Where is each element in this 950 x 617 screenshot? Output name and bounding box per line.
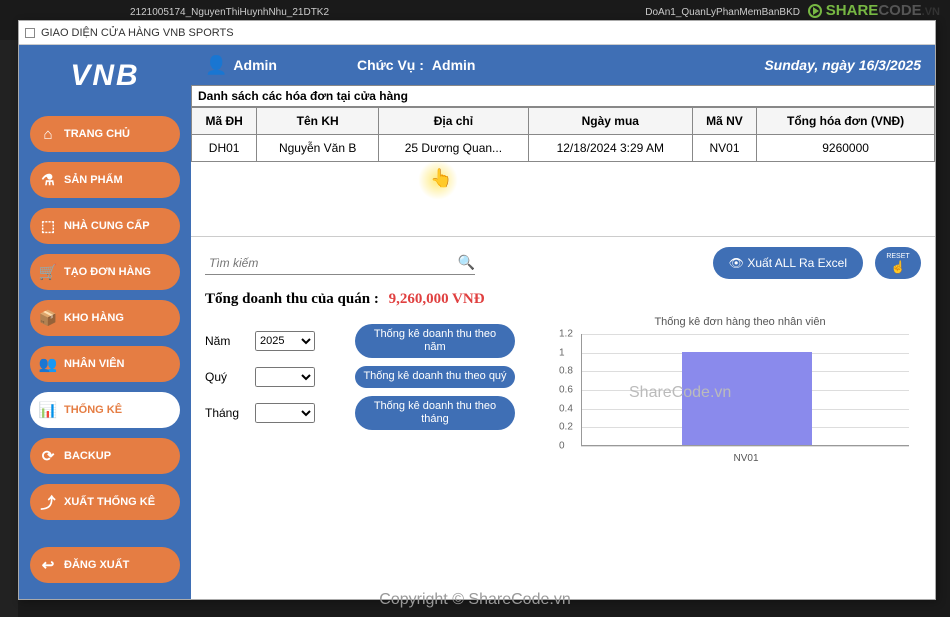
reset-button[interactable]: RESET ☝	[875, 247, 921, 279]
chart-area: Thống kê đơn hàng theo nhân viên ShareCo…	[545, 316, 921, 464]
table-header[interactable]: Tổng hóa đơn (VNĐ)	[757, 108, 935, 135]
cart-icon: 🛒	[34, 263, 62, 281]
section-title: Danh sách các hóa đơn tại cửa hàng	[191, 85, 935, 107]
home-icon: ⌂	[34, 126, 62, 143]
reset-icon: ☝	[891, 260, 906, 274]
role-value: Admin	[432, 57, 476, 73]
quarter-select[interactable]	[255, 367, 315, 387]
titlebar: GIAO DIỆN CỬA HÀNG VNB SPORTS	[19, 21, 935, 45]
table-cell: DH01	[192, 135, 257, 162]
eye-icon: 👁	[729, 256, 744, 270]
y-tick-label: 0	[559, 441, 565, 452]
bg-tab-2: DoAn1_QuanLyPhanMemBanBKD	[645, 7, 800, 18]
x-tick-label: NV01	[733, 453, 758, 464]
stats-month-button[interactable]: Thống kê doanh thu theo tháng	[355, 396, 515, 430]
nav-products[interactable]: ⚗SẢN PHẨM	[30, 162, 180, 198]
month-label: Tháng	[205, 406, 255, 420]
chart-title: Thống kê đơn hàng theo nhân viên	[559, 316, 921, 328]
y-tick-label: 1.2	[559, 329, 573, 340]
table-header[interactable]: Mã ĐH	[192, 108, 257, 135]
year-select[interactable]: 2025	[255, 331, 315, 351]
month-select[interactable]	[255, 403, 315, 423]
chart-icon: 📊	[34, 401, 62, 419]
chart-watermark: ShareCode.vn	[629, 384, 731, 402]
nav-warehouse[interactable]: 📦KHO HÀNG	[30, 300, 180, 336]
stats-year-button[interactable]: Thống kê doanh thu theo năm	[355, 324, 515, 358]
stats-quarter-button[interactable]: Thống kê doanh thu theo quý	[355, 366, 515, 387]
nav-suppliers[interactable]: ⬚NHÀ CUNG CẤP	[30, 208, 180, 244]
bg-tab-1: 2121005174_NguyenThiHuynhNhu_21DTK2	[130, 7, 329, 18]
nav-create-order[interactable]: 🛒TẠO ĐƠN HÀNG	[30, 254, 180, 290]
bar-chart: ShareCode.vn 00.20.40.60.811.2NV01	[559, 334, 909, 464]
table-cell: 25 Dương Quan...	[379, 135, 529, 162]
user-name: Admin	[233, 57, 277, 73]
y-tick-label: 0.2	[559, 422, 573, 433]
watermark-top: SHARECODE.VN	[808, 2, 940, 19]
table-header[interactable]: Địa chỉ	[379, 108, 529, 135]
nav-export-stats[interactable]: ⤴XUẤT THỐNG KÊ	[30, 484, 180, 520]
y-tick-label: 0.4	[559, 403, 573, 414]
revenue-display: Tổng doanh thu của quán : 9,260,000 VNĐ	[205, 291, 921, 308]
window-title: GIAO DIỆN CỬA HÀNG VNB SPORTS	[41, 27, 234, 39]
nav-staff[interactable]: 👥NHÂN VIÊN	[30, 346, 180, 382]
table-header[interactable]: Mã NV	[692, 108, 756, 135]
year-label: Năm	[205, 334, 255, 348]
table-header[interactable]: Tên KH	[257, 108, 379, 135]
table-cell: NV01	[692, 135, 756, 162]
table-header[interactable]: Ngày mua	[528, 108, 692, 135]
date-display: Sunday, ngày 16/3/2025	[764, 57, 921, 73]
invoice-table: Mã ĐHTên KHĐịa chỉNgày muaMã NVTổng hóa …	[191, 107, 935, 162]
nav-home[interactable]: ⌂TRANG CHỦ	[30, 116, 180, 152]
table-cell: 12/18/2024 3:29 AM	[528, 135, 692, 162]
quarter-label: Quý	[205, 370, 255, 384]
app-window: GIAO DIỆN CỬA HÀNG VNB SPORTS VNB ⌂TRANG…	[18, 20, 936, 600]
search-icon[interactable]: 🔍	[458, 254, 475, 271]
nav-backup[interactable]: ⟳BACKUP	[30, 438, 180, 474]
search-box[interactable]: 🔍	[205, 252, 475, 275]
y-tick-label: 0.8	[559, 366, 573, 377]
invoice-table-wrap: Mã ĐHTên KHĐịa chỉNgày muaMã NVTổng hóa …	[191, 107, 935, 237]
export-excel-button[interactable]: 👁 Xuất ALL Ra Excel	[713, 247, 863, 279]
header-bar: 👤 Admin Chức Vụ : Admin Sunday, ngày 16/…	[191, 45, 935, 85]
y-tick-label: 0.6	[559, 385, 573, 396]
table-cell: Nguyễn Văn B	[257, 135, 379, 162]
nav-statistics[interactable]: 📊THỐNG KÊ	[30, 392, 180, 428]
people-icon: 👥	[34, 355, 62, 373]
product-icon: ⚗	[34, 171, 62, 189]
backup-icon: ⟳	[34, 447, 62, 465]
user-icon: 👤	[205, 55, 227, 76]
copyright: Copyright © ShareCode.vn	[379, 591, 570, 609]
table-cell: 9260000	[757, 135, 935, 162]
table-row[interactable]: DH01Nguyễn Văn B25 Dương Quan...12/18/20…	[192, 135, 935, 162]
role-label: Chức Vụ :	[357, 57, 424, 73]
sidebar: VNB ⌂TRANG CHỦ ⚗SẢN PHẨM ⬚NHÀ CUNG CẤP 🛒…	[19, 45, 191, 599]
logo: VNB	[70, 59, 139, 93]
main-content: 👤 Admin Chức Vụ : Admin Sunday, ngày 16/…	[191, 45, 935, 599]
app-icon	[25, 28, 35, 38]
y-tick-label: 1	[559, 347, 565, 358]
logout-icon: ↩	[34, 556, 62, 574]
nav-logout[interactable]: ↩ĐĂNG XUẤT	[30, 547, 180, 583]
supplier-icon: ⬚	[34, 217, 62, 235]
export-icon: ⤴	[34, 492, 62, 513]
search-input[interactable]	[205, 252, 458, 274]
box-icon: 📦	[34, 309, 62, 327]
